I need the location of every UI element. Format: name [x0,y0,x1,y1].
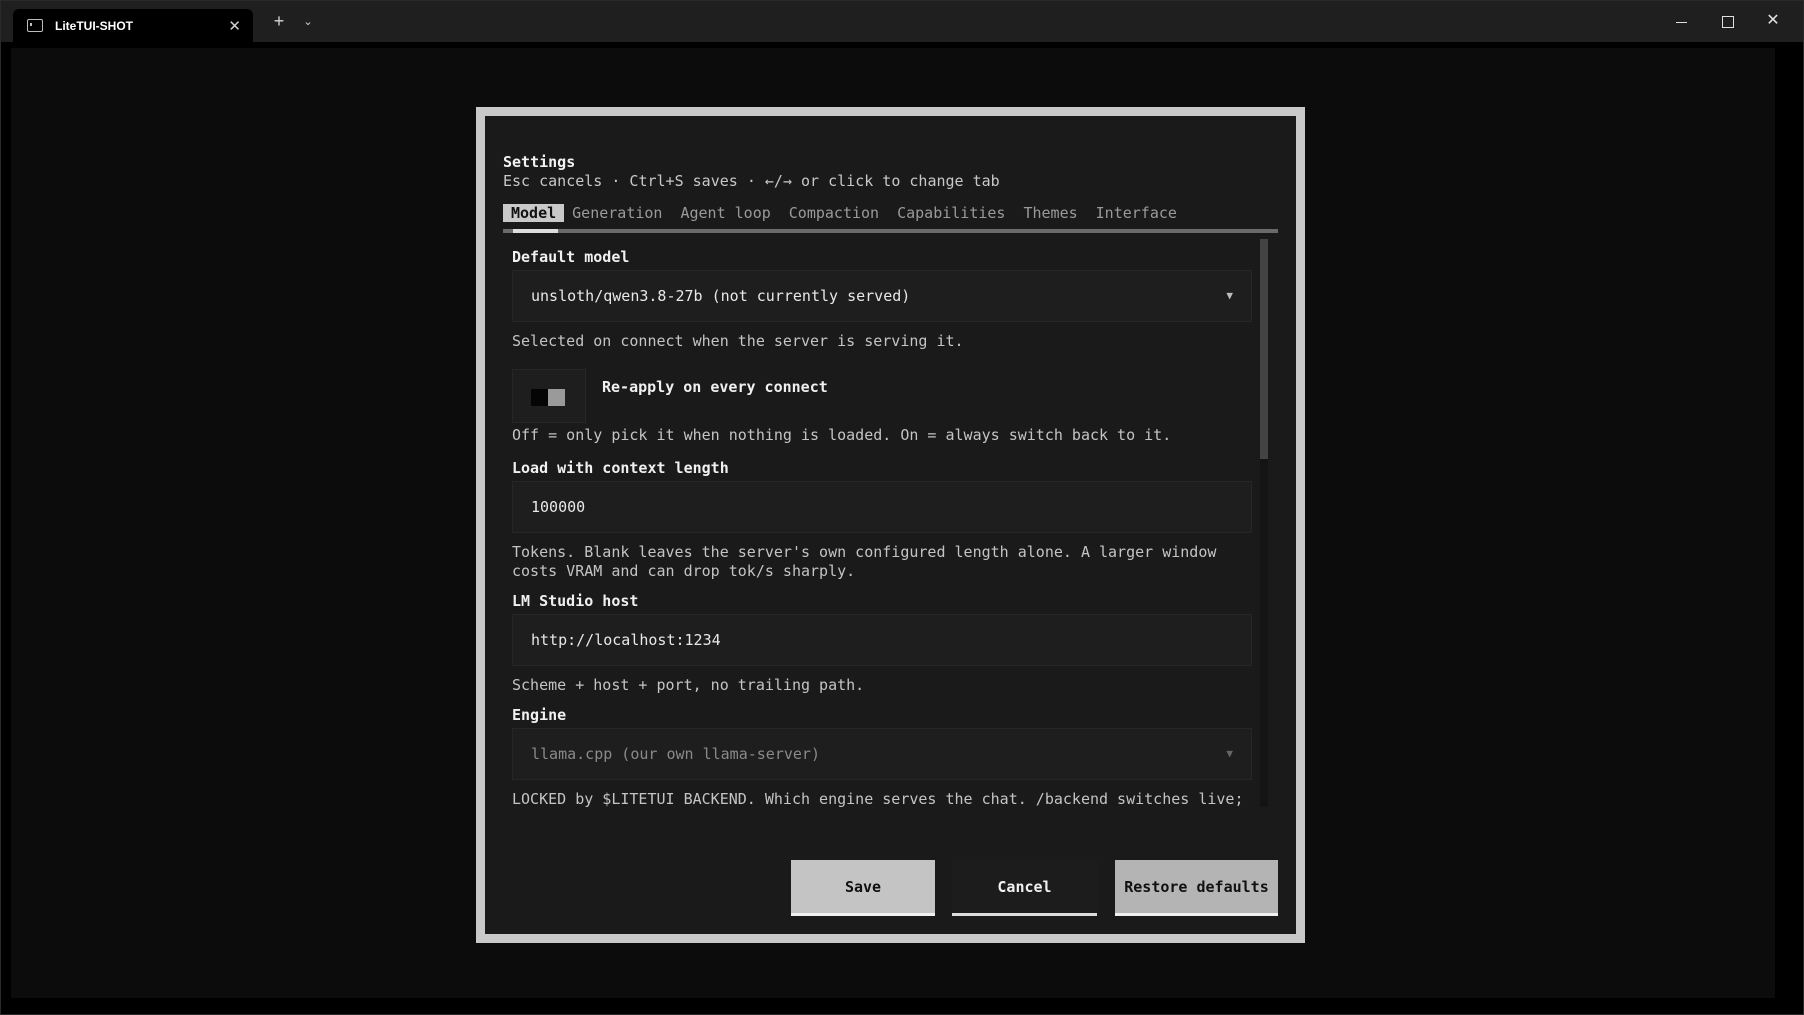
tab-generation[interactable]: Generation [572,204,662,222]
settings-dialog: Settings Esc cancels · Ctrl+S saves · ←/… [476,107,1305,943]
default-model-select[interactable]: unsloth/qwen3.8-27b (not currently serve… [512,270,1252,322]
engine-label: Engine [512,706,567,724]
scrollbar-thumb[interactable] [1260,239,1268,459]
settings-dialog-body: Settings Esc cancels · Ctrl+S saves · ←/… [485,116,1296,934]
plus-icon[interactable]: + [269,11,289,31]
tab-model[interactable]: Model [503,204,565,222]
title-bar: LiteTUI-SHOT ✕ + ⌄ ✕ [1,1,1803,42]
settings-content: Default model unsloth/qwen3.8-27b (not c… [512,236,1254,807]
context-length-help: Tokens. Blank leaves the server's own co… [512,543,1217,580]
host-value: http://localhost:1234 [531,631,721,649]
chevron-down-icon: ▼ [1226,289,1233,302]
cancel-button[interactable]: Cancel [952,860,1097,916]
tab-title: LiteTUI-SHOT [55,18,133,33]
tab-underline [503,229,1278,233]
close-icon[interactable]: ✕ [1758,9,1788,33]
default-model-value: unsloth/qwen3.8-27b (not currently serve… [531,287,911,305]
save-button[interactable]: Save [791,860,935,916]
maximize-icon[interactable] [1713,9,1743,33]
default-model-label: Default model [512,248,630,266]
settings-scrollbar[interactable] [1260,239,1268,807]
reapply-toggle[interactable] [512,369,586,423]
chevron-down-icon: ▼ [1226,747,1233,760]
active-tab-indicator [513,229,558,233]
engine-help: LOCKED by $LITETUI_BACKEND. Which engine… [512,790,1244,807]
terminal-window: LiteTUI-SHOT ✕ + ⌄ ✕ Settings Esc cancel… [0,0,1804,1015]
default-model-help: Selected on connect when the server is s… [512,332,964,350]
engine-value: llama.cpp (our own llama-server) [531,745,820,763]
reapply-label: Re-apply on every connect [602,378,828,396]
terminal-tab[interactable]: LiteTUI-SHOT ✕ [13,9,253,42]
context-length-value: 100000 [531,498,586,516]
settings-tabs: Model Generation Agent loop Compaction C… [503,202,1195,224]
engine-select: llama.cpp (our own llama-server) ▼ [512,728,1252,780]
tab-themes[interactable]: Themes [1023,204,1077,222]
context-length-input[interactable]: 100000 [512,481,1252,533]
dialog-title: Settings [503,153,576,171]
chevron-down-icon[interactable]: ⌄ [299,12,317,32]
minimize-icon[interactable] [1666,9,1696,33]
dialog-hint: Esc cancels · Ctrl+S saves · ←/→ or clic… [503,172,1000,190]
tab-capabilities[interactable]: Capabilities [897,204,1005,222]
host-help: Scheme + host + port, no trailing path. [512,676,865,694]
terminal-icon [27,19,43,32]
toggle-track [548,389,565,406]
tab-interface[interactable]: Interface [1096,204,1177,222]
tab-agent-loop[interactable]: Agent loop [680,204,770,222]
close-icon[interactable]: ✕ [228,17,241,35]
context-length-label: Load with context length [512,459,729,477]
reapply-help: Off = only pick it when nothing is loade… [512,426,1172,444]
restore-defaults-button[interactable]: Restore defaults [1115,860,1278,916]
host-label: LM Studio host [512,592,639,610]
host-input[interactable]: http://localhost:1234 [512,614,1252,666]
toggle-off-knob [531,389,548,406]
tab-compaction[interactable]: Compaction [789,204,879,222]
